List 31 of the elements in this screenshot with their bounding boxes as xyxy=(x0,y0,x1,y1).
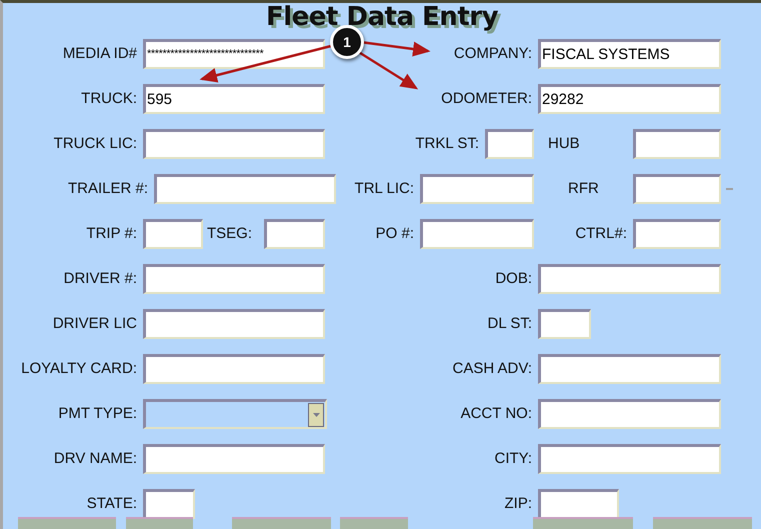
field-label: DRV NAME: xyxy=(52,450,137,467)
field-label: PO #: xyxy=(374,225,414,242)
field-label: TRAILER #: xyxy=(66,180,148,197)
field-label: COMPANY: xyxy=(452,45,532,62)
field-label: TRL LIC: xyxy=(354,180,414,197)
password-field[interactable]: ****************************** xyxy=(143,38,325,68)
field-label: DRIVER #: xyxy=(62,270,137,287)
field-label: TRUCK: xyxy=(80,90,137,107)
field-label: PMT TYPE: xyxy=(57,405,137,422)
field-label: CTRL#: xyxy=(574,225,627,242)
field-label: STATE: xyxy=(86,495,137,512)
field-label: DOB: xyxy=(494,270,532,287)
field-label: DL ST: xyxy=(486,315,532,332)
callout-badge: 1 xyxy=(330,25,364,59)
field-label: RFR xyxy=(568,180,600,197)
field-label: LOYALTY CARD: xyxy=(20,360,137,377)
field-label: CITY: xyxy=(493,450,532,467)
input-field[interactable]: 29282 xyxy=(538,84,721,114)
field-label: TSEG: xyxy=(207,225,254,242)
field-label: CASH ADV: xyxy=(452,360,532,377)
field-label: HUB xyxy=(548,135,581,152)
input-field[interactable]: FISCAL SYSTEMS xyxy=(538,38,721,68)
field-label: DRIVER LIC xyxy=(52,315,137,332)
field-label: TRIP #: xyxy=(85,225,137,242)
field-label: TRUCK LIC: xyxy=(52,135,137,152)
field-label: ZIP: xyxy=(503,495,532,512)
field-label: ODOMETER: xyxy=(440,90,532,107)
field-label: TRKL ST: xyxy=(414,135,479,152)
field-label: MEDIA ID# xyxy=(62,45,137,62)
input-field[interactable]: 595 xyxy=(143,84,325,114)
field-label: ACCT NO: xyxy=(460,405,532,422)
